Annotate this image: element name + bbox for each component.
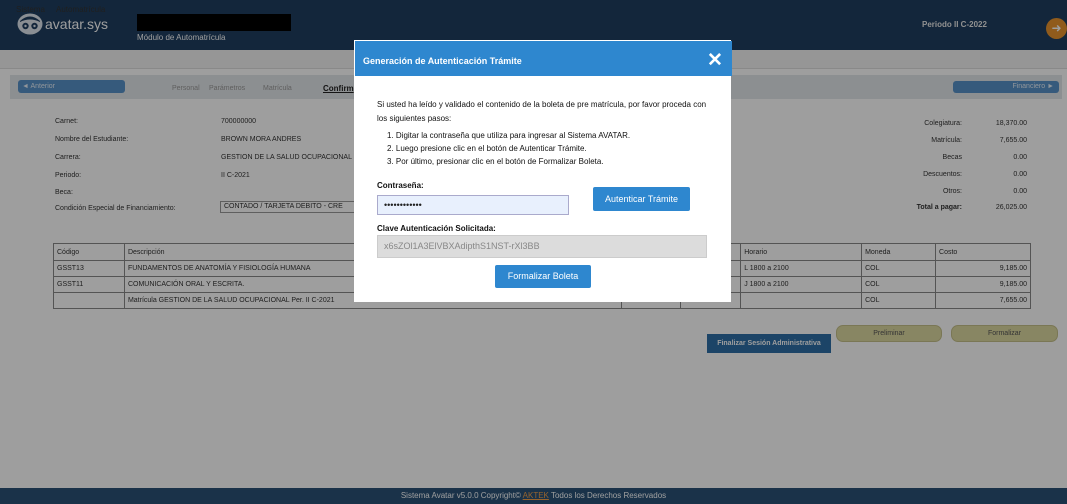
auth-modal: Generación de Autenticación Trámite ✕ Si… (354, 40, 732, 302)
formalize-boleta-button[interactable]: Formalizar Boleta (495, 265, 591, 288)
instruction-step: 1. Digitar la contraseña que utiliza par… (387, 131, 631, 140)
password-field[interactable]: •••••••••••• (377, 195, 569, 215)
modal-title: Generación de Autenticación Trámite (363, 56, 522, 66)
authenticate-button[interactable]: Autenticar Trámite (593, 187, 690, 211)
close-icon[interactable]: ✕ (707, 49, 723, 72)
auth-key-label: Clave Autenticación Solicitada: (377, 224, 496, 233)
auth-key-field: x6sZOl1A3ElVBXAdipthS1NST-rXl3BB (377, 235, 707, 258)
instruction-step: 3. Por último, presionar clic en el botó… (387, 157, 604, 166)
instruction-step: 2. Luego presione clic en el botón de Au… (387, 144, 587, 153)
password-label: Contraseña: (377, 181, 424, 190)
modal-instructions: Si usted ha leído y validado el contenid… (377, 100, 707, 123)
